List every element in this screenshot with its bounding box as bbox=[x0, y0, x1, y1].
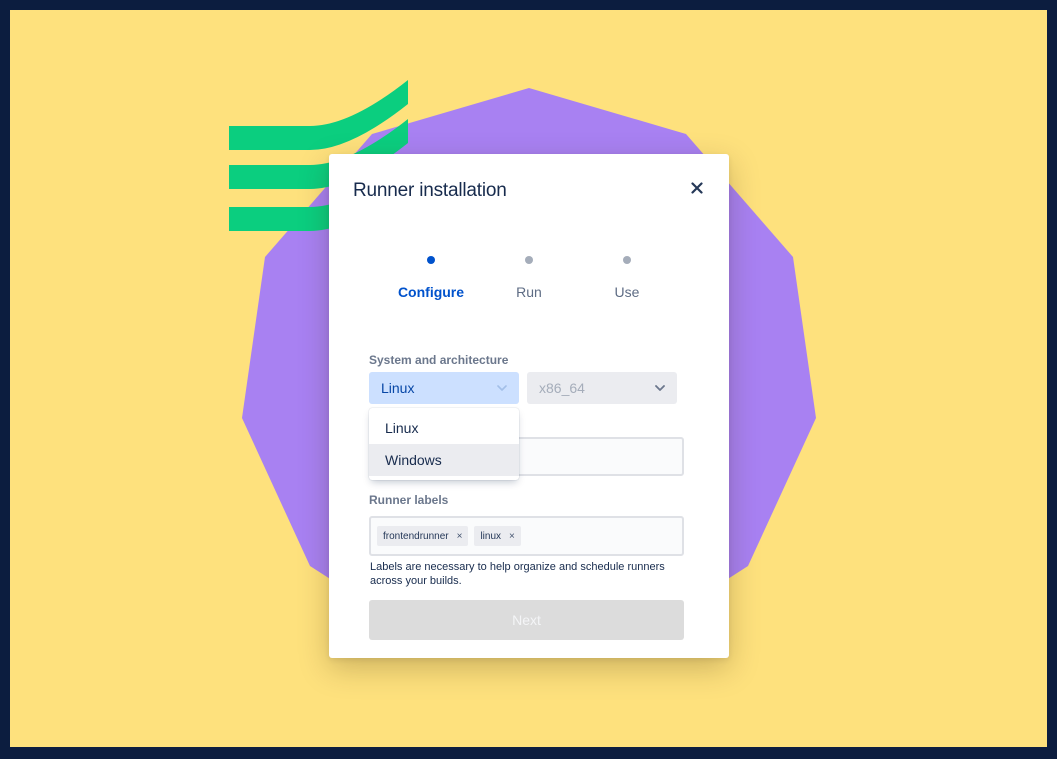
os-dropdown-menu: Linux Windows bbox=[369, 408, 519, 480]
step-indicator-dot bbox=[525, 256, 533, 264]
step-label: Run bbox=[516, 284, 542, 300]
step-label: Use bbox=[614, 284, 640, 300]
system-architecture-label: System and architecture bbox=[369, 353, 509, 367]
close-button[interactable] bbox=[685, 176, 709, 200]
step-configure: Configure bbox=[386, 256, 476, 300]
close-icon bbox=[691, 182, 703, 194]
next-button[interactable]: Next bbox=[369, 600, 684, 640]
label-tag: linux × bbox=[474, 526, 521, 546]
runner-labels-label: Runner labels bbox=[369, 493, 449, 507]
remove-tag-icon[interactable]: × bbox=[457, 531, 463, 542]
remove-tag-icon[interactable]: × bbox=[509, 531, 515, 542]
runner-labels-input[interactable]: frontendrunner × linux × bbox=[369, 516, 684, 556]
label-tag: frontendrunner × bbox=[377, 526, 469, 546]
label-tag-text: frontendrunner bbox=[383, 530, 449, 542]
architecture-select[interactable]: x86_64 bbox=[527, 372, 677, 404]
runner-installation-modal: Runner installation Configure Run Use Sy… bbox=[329, 154, 729, 658]
os-select[interactable]: Linux bbox=[369, 372, 519, 404]
modal-title: Runner installation bbox=[353, 180, 507, 201]
step-indicator-dot bbox=[623, 256, 631, 264]
labels-helper-text: Labels are necessary to help organize an… bbox=[370, 561, 665, 587]
label-tag-text: linux bbox=[480, 530, 502, 542]
illustration-canvas: Runner installation Configure Run Use Sy… bbox=[10, 10, 1047, 747]
os-select-value: Linux bbox=[381, 380, 415, 396]
step-use: Use bbox=[582, 256, 672, 300]
chevron-down-icon bbox=[497, 385, 507, 391]
architecture-select-value: x86_64 bbox=[539, 380, 585, 396]
os-option-linux[interactable]: Linux bbox=[369, 412, 519, 444]
step-indicator-dot bbox=[427, 256, 435, 264]
os-option-windows[interactable]: Windows bbox=[369, 444, 519, 476]
step-label: Configure bbox=[397, 284, 465, 300]
step-run: Run bbox=[484, 256, 574, 300]
chevron-down-icon bbox=[655, 385, 665, 391]
